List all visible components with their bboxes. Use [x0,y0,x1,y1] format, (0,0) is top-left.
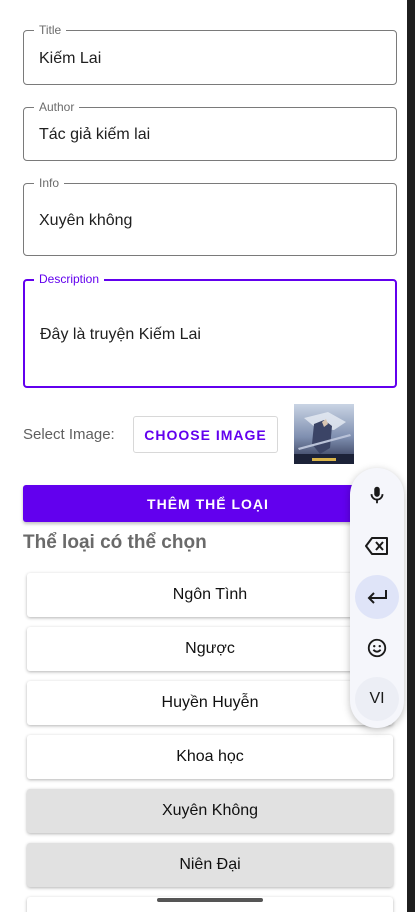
book-cover-image-icon [294,404,354,464]
info-field-value: Xuyên không [39,212,133,229]
author-field-value: Tác giả kiếm lai [39,126,151,143]
description-field[interactable]: Description Đây là truyện Kiếm Lai [23,272,397,388]
keyboard-floating-toolbar: VI [350,468,404,728]
title-field[interactable]: Title Kiếm Lai [23,23,397,85]
info-field[interactable]: Info Xuyên không [23,176,397,256]
choose-image-button[interactable]: CHOOSE IMAGE [133,416,278,453]
genre-item-khoa-hoc[interactable]: Khoa học [27,735,393,779]
title-field-value: Kiếm Lai [39,50,102,67]
add-genre-button[interactable]: THÊM THỂ LOẠI [23,485,393,522]
language-button[interactable]: VI [355,677,399,721]
genre-item-xuyen-khong[interactable]: Xuyên Không [27,789,393,833]
genre-item-nien-dai[interactable]: Niên Đại [27,843,393,887]
author-field[interactable]: Author Tác giả kiếm lai [23,100,397,161]
title-field-label: Title [34,23,67,37]
screen-edge [407,0,415,912]
mic-icon[interactable] [355,473,399,517]
author-field-label: Author [34,100,80,114]
backspace-icon[interactable] [355,524,399,568]
genre-section-title: Thể loại có thể chọn [23,532,207,553]
book-cover-thumbnail[interactable] [294,404,354,464]
genre-item-nguoc[interactable]: Ngược [27,627,393,671]
description-field-value: Đây là truyện Kiếm Lai [40,326,201,343]
genre-item-ngon-tinh[interactable]: Ngôn Tình [27,573,393,617]
enter-icon[interactable] [355,575,399,619]
description-field-label: Description [34,272,105,286]
emoji-icon[interactable] [355,626,399,670]
select-image-label: Select Image: [23,426,115,443]
genre-item-huyen-huyen[interactable]: Huyền Huyễn [27,681,393,725]
screen: Title Kiếm Lai Author Tác giả kiếm lai I… [0,0,407,912]
info-field-label: Info [34,176,65,190]
home-indicator [157,898,263,902]
